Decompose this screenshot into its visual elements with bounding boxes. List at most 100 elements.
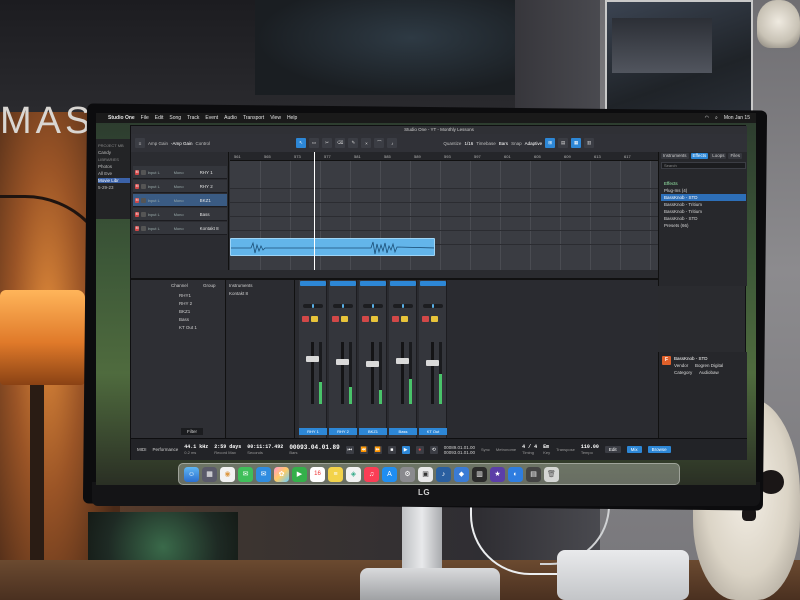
track-icon[interactable]: ≡ xyxy=(135,138,145,148)
channel-strip[interactable]: RHY 1 xyxy=(299,280,327,440)
solo-button[interactable] xyxy=(141,225,146,231)
eraser-tool-icon[interactable]: ⌫ xyxy=(335,138,346,148)
sync-control[interactable]: Sync xyxy=(481,447,490,452)
pan-knob[interactable] xyxy=(393,304,413,308)
play-icon[interactable]: ▶ xyxy=(401,445,410,454)
menubar-item[interactable]: View xyxy=(270,115,281,121)
mute-button[interactable]: M xyxy=(135,197,140,203)
solo-button[interactable] xyxy=(371,316,378,322)
browser-search-input[interactable]: Search xyxy=(661,162,746,169)
playhead-cursor[interactable] xyxy=(314,152,315,270)
channel-strip[interactable]: Bass xyxy=(389,280,417,440)
fader-track[interactable] xyxy=(431,342,434,404)
fader-cap[interactable] xyxy=(306,356,319,363)
mute-button[interactable] xyxy=(362,316,369,322)
dock-app-icon[interactable]: ▤ xyxy=(526,466,541,482)
track-mode[interactable]: Mono xyxy=(174,198,198,203)
menubar-item[interactable]: File xyxy=(141,115,149,121)
pan-knob[interactable] xyxy=(423,304,443,308)
finder-item[interactable]: Photos xyxy=(98,164,132,169)
fader-cap[interactable] xyxy=(366,361,379,368)
calendar-icon[interactable]: 16 xyxy=(310,466,325,482)
forward-icon[interactable]: ⏩ xyxy=(373,445,382,454)
dock-app-icon[interactable]: ◆ xyxy=(454,466,469,482)
finder-item[interactable]: All Eve xyxy=(98,171,132,176)
chrome-icon[interactable]: ◉ xyxy=(220,466,235,482)
mute-button[interactable]: M xyxy=(135,169,140,175)
launchpad-icon[interactable]: ▦ xyxy=(202,466,217,482)
seconds-display[interactable]: 00:11:17.492 Seconds xyxy=(247,444,283,455)
solo-button[interactable] xyxy=(141,169,146,175)
dock-app-icon[interactable]: ▥ xyxy=(472,466,487,482)
fader-track[interactable] xyxy=(371,342,374,404)
menubar-item[interactable]: Edit xyxy=(155,115,164,121)
pan-knob[interactable] xyxy=(333,304,353,308)
track-input[interactable]: Input L xyxy=(148,184,172,189)
fader-cap[interactable] xyxy=(426,360,439,367)
strip-name[interactable]: Bass xyxy=(389,428,417,435)
midi-monitor[interactable]: MIDI xyxy=(137,447,147,452)
edit-button[interactable]: Edit xyxy=(604,446,621,453)
dock-app-icon[interactable]: ◐ xyxy=(508,466,523,482)
wifi-icon[interactable]: ◠ xyxy=(705,115,709,121)
menubar-item[interactable]: Help xyxy=(287,115,297,121)
studio-one-icon[interactable]: ♪ xyxy=(436,466,451,482)
toolbar-track-value[interactable]: -Amp Gain xyxy=(171,141,193,146)
mute-button[interactable]: M xyxy=(135,183,140,189)
console-channel[interactable]: BKZ1 xyxy=(179,308,190,315)
strip-name[interactable]: BKZ1 xyxy=(359,428,387,435)
app-store-icon[interactable]: A xyxy=(382,466,397,482)
console-channel[interactable]: Bass xyxy=(179,316,189,323)
menubar-item[interactable]: Transport xyxy=(243,115,264,121)
track-lane[interactable] xyxy=(230,217,658,231)
strip-inserts[interactable] xyxy=(420,281,446,286)
console-channel[interactable]: KT Out 1 xyxy=(179,324,197,331)
record-icon[interactable]: ● xyxy=(415,445,424,454)
track-mode[interactable]: Mono xyxy=(174,184,198,189)
pan-knob[interactable] xyxy=(303,304,323,308)
tempo-control[interactable]: 110.00 Tempo xyxy=(581,444,599,455)
mix-button[interactable]: Mix xyxy=(626,446,642,453)
strip-inserts[interactable] xyxy=(330,281,356,286)
preview-icon[interactable]: ▣ xyxy=(418,466,433,482)
arrow-tool-icon[interactable]: ↖ xyxy=(296,138,307,148)
key-control[interactable]: Em Key xyxy=(543,444,550,455)
strip-inserts[interactable] xyxy=(300,281,326,286)
solo-button[interactable] xyxy=(141,183,146,189)
solo-button[interactable] xyxy=(341,316,348,322)
facetime-icon[interactable]: ▶ xyxy=(292,466,307,482)
music-icon[interactable]: ♫ xyxy=(364,466,379,482)
browser-item[interactable]: BassKnob - Tritium xyxy=(661,208,746,215)
fader-cap[interactable] xyxy=(396,357,409,364)
solo-button[interactable] xyxy=(401,316,408,322)
channel-strip[interactable]: RHY 2 xyxy=(329,280,357,440)
solo-button[interactable] xyxy=(141,197,146,203)
return-to-zero-icon[interactable]: ⏮ xyxy=(345,445,354,454)
track-input[interactable]: Input L xyxy=(148,198,172,203)
mute-button[interactable] xyxy=(392,316,399,322)
console-channel[interactable]: RHY 2 xyxy=(179,300,192,307)
strip-inserts[interactable] xyxy=(390,281,416,286)
browser-toggle-icon[interactable]: ▦ xyxy=(571,138,582,148)
loop-range[interactable]: 00089.01.01.00 00093.01.01.00 xyxy=(444,445,475,455)
track-input[interactable]: Input L xyxy=(148,170,172,175)
tab-instruments[interactable]: Instruments xyxy=(661,153,689,159)
stop-icon[interactable]: ■ xyxy=(387,445,396,454)
track-lane[interactable] xyxy=(230,203,658,217)
menubar-item[interactable]: Event xyxy=(205,115,218,121)
mute-button[interactable]: M xyxy=(135,211,140,217)
solo-button[interactable] xyxy=(311,316,318,322)
fader-track[interactable] xyxy=(401,342,404,404)
mute-button[interactable]: M xyxy=(135,225,140,231)
finder-item[interactable]: 5-29-23 xyxy=(98,185,132,190)
bend-tool-icon[interactable]: ⌒ xyxy=(374,138,385,148)
tab-files[interactable]: Files xyxy=(728,153,742,159)
dock-app-icon[interactable]: ★ xyxy=(490,466,505,482)
fader-cap[interactable] xyxy=(336,358,349,365)
track-lane[interactable] xyxy=(230,175,658,189)
mute-button[interactable] xyxy=(422,316,429,322)
track-header-selected[interactable]: M Input L Mono BKZ1 xyxy=(133,194,227,207)
channel-strip[interactable]: BKZ1 xyxy=(359,280,387,440)
track-header[interactable]: M Input L Mono RHY 2 xyxy=(133,180,227,193)
strip-inserts[interactable] xyxy=(360,281,386,286)
